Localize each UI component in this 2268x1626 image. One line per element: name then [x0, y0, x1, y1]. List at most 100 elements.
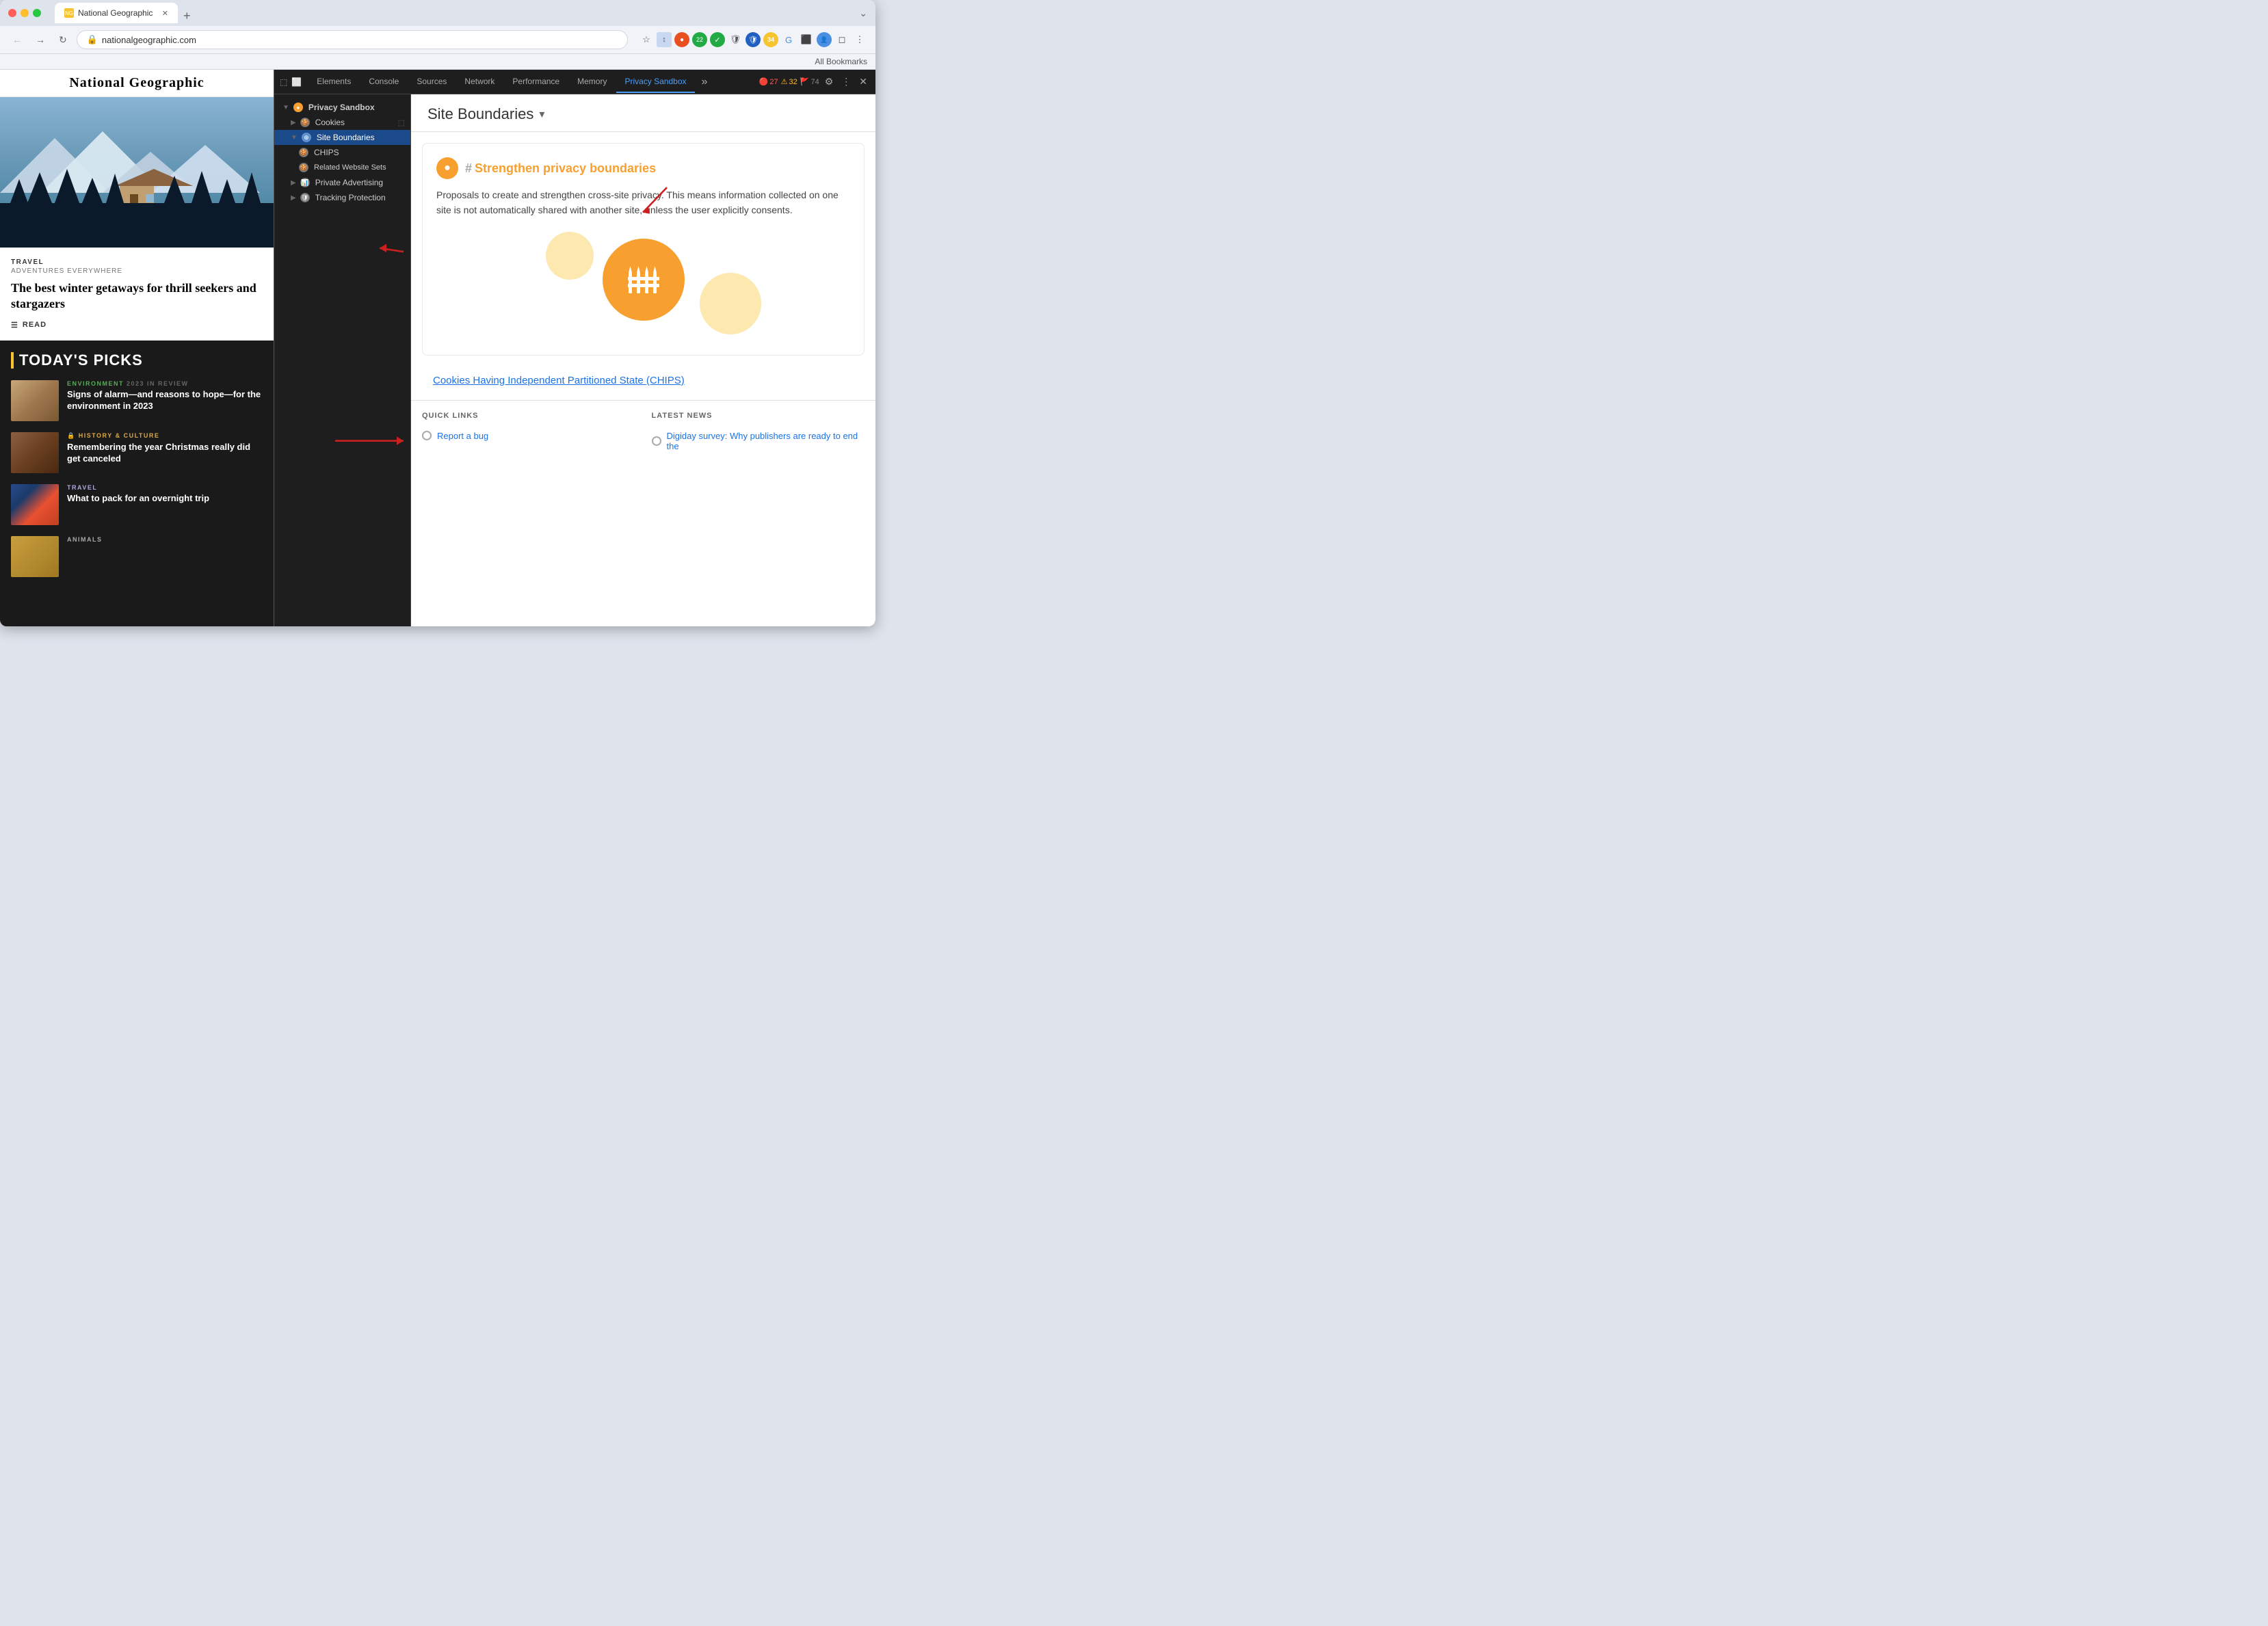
title-bar: NG National Geographic ✕ + ⌄ [0, 0, 875, 26]
warning-icon: ⚠ [781, 77, 788, 86]
tab-favicon: NG [64, 8, 74, 18]
back-button[interactable]: ← [8, 31, 26, 48]
tree-item-tracking-protection[interactable]: ▶ 🛡 Tracking Protection [274, 190, 410, 205]
tree-label-site-boundaries: Site Boundaries [317, 133, 375, 142]
latest-news-title: LATEST NEWS [652, 412, 865, 420]
address-text: nationalgeographic.com [102, 35, 196, 45]
tree-label-tracking-protection: Tracking Protection [315, 193, 386, 202]
devtools-tabs: ⬚ ⬜ Elements Console Sources Network Per… [274, 70, 875, 94]
report-bug-link[interactable]: Report a bug [422, 428, 635, 444]
item-title-hist: Remembering the year Christmas really di… [67, 442, 263, 465]
more-tabs-icon[interactable]: » [696, 73, 713, 91]
bookmark-star-icon[interactable]: ☆ [639, 32, 654, 47]
list-item[interactable]: 🔒 HISTORY & CULTURE Remembering the year… [11, 432, 263, 473]
new-tab-button[interactable]: + [179, 9, 195, 23]
extension-icon-shield[interactable]: 🛡 [728, 32, 743, 47]
tree-item-chips[interactable]: 🍪 CHIPS [274, 145, 410, 160]
thumbnail-hist [11, 432, 59, 473]
lock-icon: 🔒 [67, 432, 76, 440]
warning-count: ⚠ 32 [781, 77, 797, 86]
chips-link[interactable]: Cookies Having Independent Partitioned S… [422, 372, 696, 389]
thumbnail-env [11, 380, 59, 421]
extension-icon-box[interactable]: ◻ [834, 32, 849, 47]
browser-icon-1[interactable]: ↕ [657, 32, 672, 47]
tree-item-cookies[interactable]: ▶ 🍪 Cookies ⬚ [274, 115, 410, 130]
minimize-button[interactable] [21, 9, 29, 17]
extension-icon-green-num[interactable]: 22 [692, 32, 707, 47]
circle-large [603, 239, 685, 321]
ng-picks-section: TODAY'S PICKS ENVIRONMENT 2023 IN REVIEW… [0, 341, 274, 626]
site-boundaries-icon: ⊕ [302, 133, 311, 142]
tab-privacy-sandbox[interactable]: Privacy Sandbox [616, 71, 694, 93]
tab-memory[interactable]: Memory [569, 71, 615, 93]
bookmarks-bar: All Bookmarks [0, 54, 875, 70]
more-options-icon[interactable]: ⋮ [852, 32, 867, 47]
track-icon: 🛡 [300, 193, 310, 202]
more-options-button[interactable]: ⋮ [839, 73, 854, 90]
ng-hero-title[interactable]: The best winter getaways for thrill seek… [11, 280, 263, 312]
profile-icon[interactable]: 👤 [817, 32, 832, 47]
devtools-cursor-icon: ⬚ [280, 77, 287, 87]
extension-icon-green[interactable]: ✓ [710, 32, 725, 47]
list-item[interactable]: ANIMALS [11, 536, 263, 577]
maximize-button[interactable] [33, 9, 41, 17]
tree-item-rws[interactable]: 🍪 Related Website Sets [274, 160, 410, 175]
close-devtools-button[interactable]: ✕ [856, 73, 870, 90]
tab-elements[interactable]: Elements [308, 71, 359, 93]
tree-item-private-advertising[interactable]: ▶ 📊 Private Advertising [274, 175, 410, 190]
bottom-section: QUICK LINKS Report a bug LATEST NEWS [411, 400, 875, 465]
traffic-lights [8, 9, 41, 17]
extension-icon-orange[interactable]: ● [674, 32, 689, 47]
extension-icon-34[interactable]: 34 [763, 32, 778, 47]
address-bar[interactable]: 🔒 nationalgeographic.com [77, 30, 628, 49]
extension-icon-blue-shield[interactable]: 🛡 [746, 32, 761, 47]
tab-console[interactable]: Console [360, 71, 407, 93]
main-area-wrapper: National Geographic [0, 70, 875, 626]
content-chevron: ▾ [539, 107, 544, 121]
devtools-panel: ⬚ ⬜ Elements Console Sources Network Per… [274, 70, 875, 626]
item-content: TRAVEL What to pack for an overnight tri… [67, 484, 263, 505]
extension-icon-tablet[interactable]: ⬛ [799, 32, 814, 47]
fence-svg-icon [624, 261, 663, 299]
thumbnail-animals [11, 536, 59, 577]
tab-performance[interactable]: Performance [504, 71, 568, 93]
reload-button[interactable]: ↻ [55, 31, 71, 49]
ng-header: National Geographic [0, 70, 274, 97]
ng-read-button[interactable]: ☰ READ [11, 321, 263, 330]
tab-sources[interactable]: Sources [408, 71, 455, 93]
webpage: National Geographic [0, 70, 274, 626]
ng-logo: National Geographic [69, 75, 204, 91]
list-item[interactable]: ENVIRONMENT 2023 IN REVIEW Signs of alar… [11, 380, 263, 421]
tree-label-privacy-sandbox: Privacy Sandbox [308, 103, 375, 112]
expand-icon: ▼ [282, 104, 289, 111]
sandbox-icon: ● [293, 103, 303, 112]
forward-button[interactable]: → [31, 31, 49, 48]
category-extra: 2023 IN REVIEW [127, 380, 189, 387]
expand-icon-site: ▼ [291, 134, 298, 142]
error-icon: 🔴 [759, 77, 769, 86]
digiday-text: Digiday survey: Why publishers are ready… [667, 431, 865, 451]
list-item[interactable]: TRAVEL What to pack for an overnight tri… [11, 484, 263, 525]
tab-network[interactable]: Network [456, 71, 503, 93]
tab-title: National Geographic [78, 8, 153, 18]
priv-adv-icon: 📊 [300, 178, 310, 187]
extension-icon-g[interactable]: G [781, 32, 796, 47]
ng-hero [0, 97, 274, 248]
info-card-icon: ● [436, 157, 458, 179]
tree-item-site-boundaries[interactable]: ▼ ⊕ Site Boundaries [274, 130, 410, 145]
tab-close-button[interactable]: ✕ [162, 9, 168, 18]
settings-button[interactable]: ⚙ [822, 73, 836, 90]
digiday-link[interactable]: Digiday survey: Why publishers are ready… [652, 428, 865, 454]
active-tab[interactable]: NG National Geographic ✕ [55, 3, 178, 23]
ng-hero-image [0, 97, 274, 248]
chips-link-block: Cookies Having Independent Partitioned S… [411, 366, 875, 400]
content-title: Site Boundaries [427, 105, 533, 123]
close-button[interactable] [8, 9, 16, 17]
cookies-icon: 🍪 [300, 118, 310, 127]
expand-icon[interactable]: ⌄ [859, 8, 867, 19]
devtools-tree: ▼ ● Privacy Sandbox ▶ 🍪 Cookies ⬚ ▼ [274, 94, 411, 626]
link-circle-icon-2 [652, 436, 661, 446]
tree-item-privacy-sandbox[interactable]: ▼ ● Privacy Sandbox [274, 100, 410, 115]
item-content: 🔒 HISTORY & CULTURE Remembering the year… [67, 432, 263, 465]
expand-icon-priv: ▶ [291, 179, 296, 187]
